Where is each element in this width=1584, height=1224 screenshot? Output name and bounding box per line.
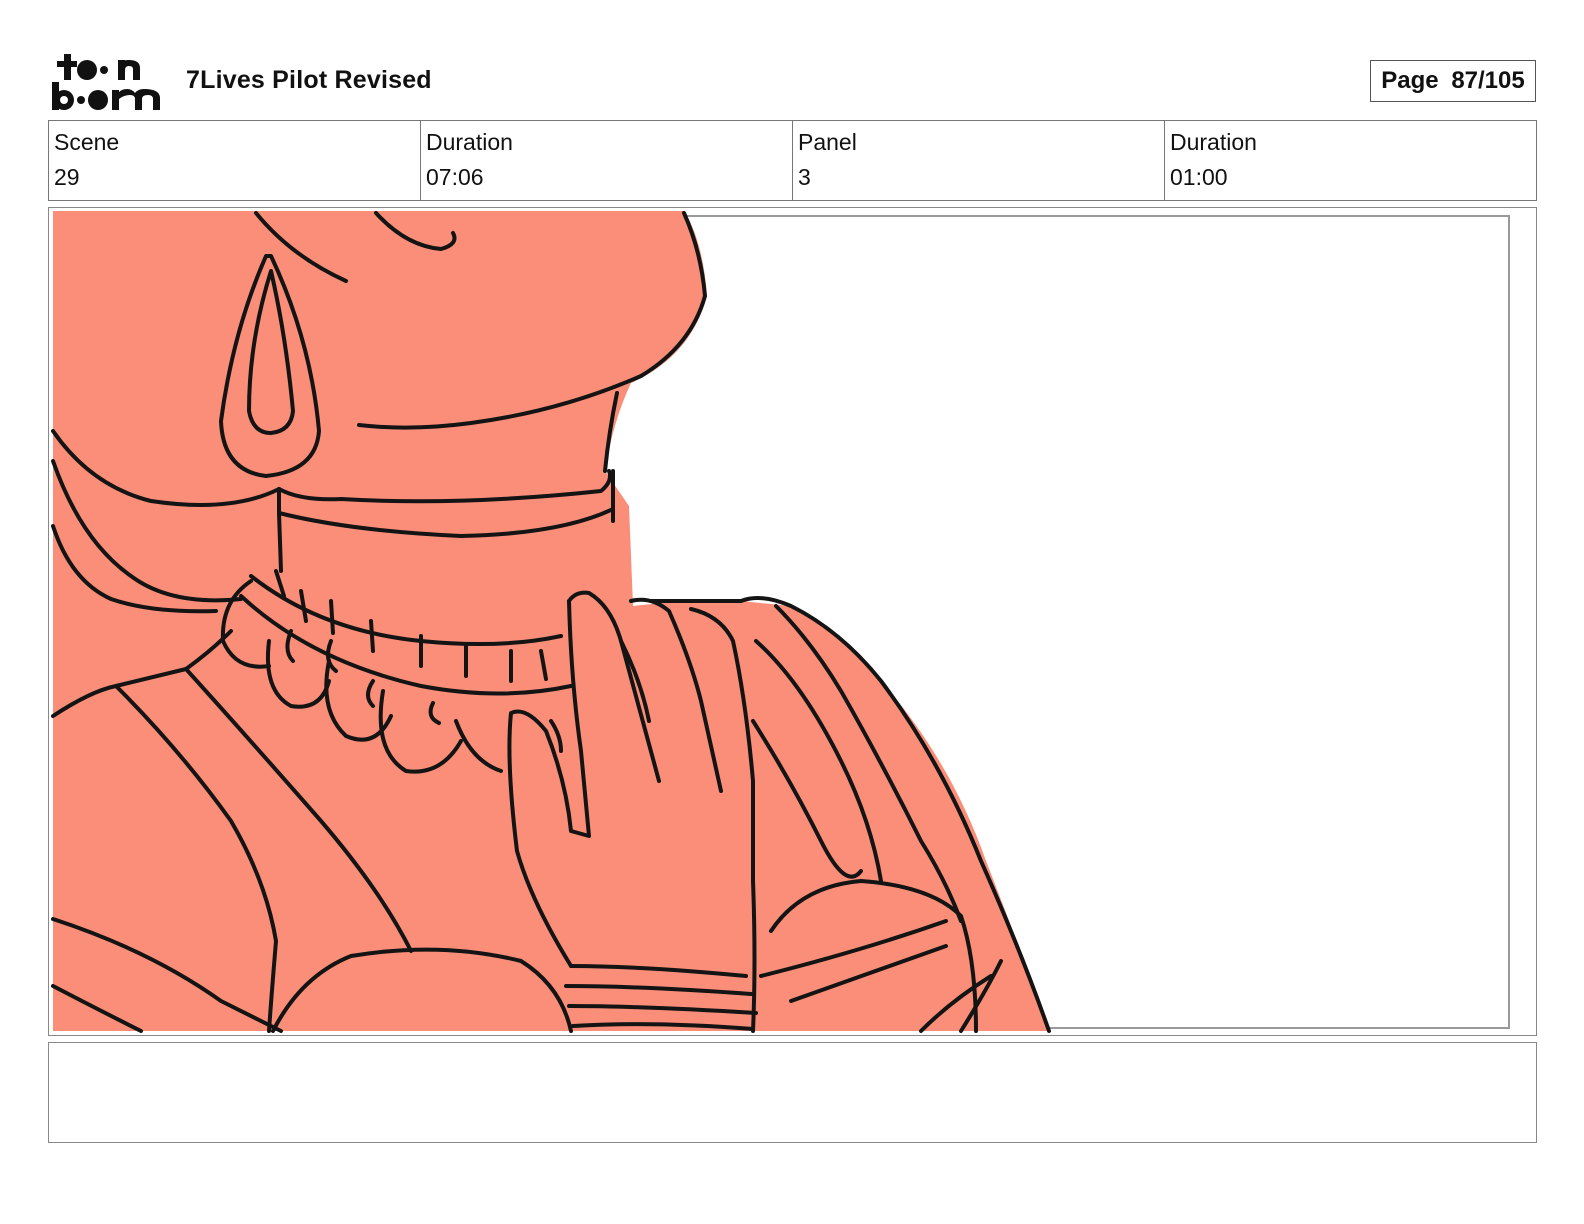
scene-duration-value: 07:06	[426, 164, 484, 190]
panel-cell: Panel 3	[793, 121, 1165, 200]
storyboard-panel	[48, 207, 1537, 1036]
panel-duration-cell: Duration 01:00	[1165, 121, 1536, 200]
document-title: 7Lives Pilot Revised	[186, 66, 432, 94]
toon-boom-logo	[52, 52, 164, 112]
panel-sketch-image	[51, 211, 1510, 1033]
page-number: 87/105	[1451, 67, 1525, 94]
page-indicator: Page 87/105	[1370, 60, 1536, 102]
page-label: Page	[1381, 67, 1439, 94]
panel-label: Panel	[798, 129, 857, 155]
panel-value: 3	[798, 164, 811, 190]
scene-label: Scene	[54, 129, 120, 155]
figure-fill-shape	[53, 211, 1051, 1031]
scene-info-table: Scene 29 Duration 07:06 Panel 3 Duration…	[48, 120, 1537, 201]
toon-boom-logo-icon	[52, 54, 160, 110]
panel-notes-box	[48, 1042, 1537, 1143]
panel-duration-label: Duration	[1170, 129, 1257, 155]
panel-duration-value: 01:00	[1170, 164, 1228, 190]
scene-value: 29	[54, 164, 80, 190]
scene-duration-label: Duration	[426, 129, 513, 155]
scene-cell: Scene 29	[49, 121, 421, 200]
scene-duration-cell: Duration 07:06	[421, 121, 793, 200]
